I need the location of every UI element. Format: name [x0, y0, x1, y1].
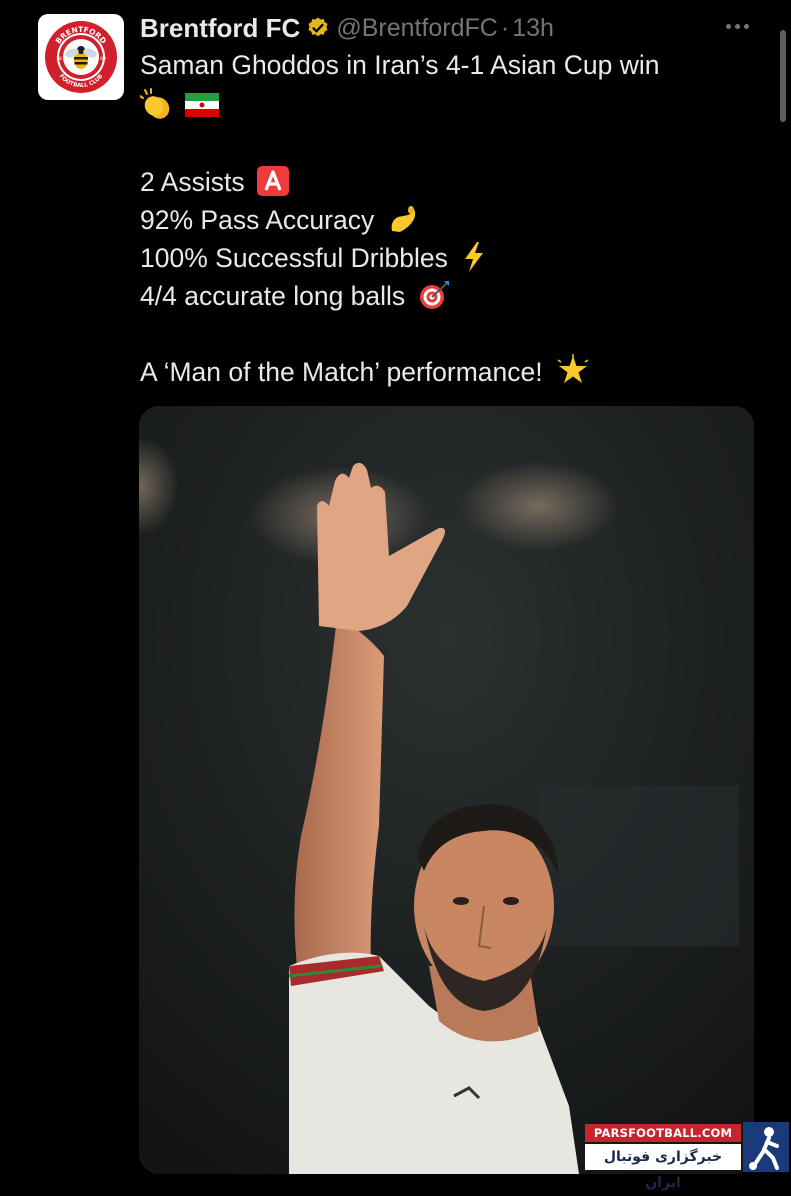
- separator-dot: ·: [500, 13, 510, 42]
- stat-dribbles: 100% Successful Dribbles: [140, 243, 448, 273]
- brentford-crest-icon: BRENTFORD FOOTBALL CLUB 18 89: [45, 21, 117, 93]
- stat-line-pass: 92% Pass Accuracy: [140, 201, 420, 239]
- a-button-emoji: [256, 166, 289, 196]
- crest-year-right: 89: [100, 56, 106, 62]
- stat-line-assists: 2 Assists: [140, 163, 290, 201]
- glowing-star-emoji: [557, 354, 589, 383]
- clapping-hands-emoji: [140, 88, 170, 119]
- parsfootball-watermark: PARSFOOTBALL.COM خبرگزاری فوتبال ایران: [585, 1122, 791, 1191]
- display-name[interactable]: Brentford FC: [140, 13, 300, 44]
- more-options-icon[interactable]: [722, 14, 752, 38]
- high-voltage-emoji: [465, 242, 484, 272]
- pinching-hand-emoji: [391, 206, 415, 232]
- tweet-timestamp[interactable]: 13h: [512, 14, 554, 43]
- scrollbar[interactable]: [780, 30, 786, 122]
- man-of-the-match-text: A ‘Man of the Match’ performance!: [140, 357, 543, 387]
- user-handle[interactable]: @BrentfordFC: [336, 14, 498, 43]
- crest-year-left: 18: [56, 56, 62, 62]
- watermark-site: PARSFOOTBALL.COM: [585, 1124, 741, 1142]
- stat-line-long-balls: 4/4 accurate long balls: [140, 277, 451, 315]
- emoji-line: [140, 88, 220, 124]
- closing-line: A ‘Man of the Match’ performance!: [140, 353, 590, 391]
- player-photo-image: [139, 406, 754, 1174]
- stat-assists: 2 Assists: [140, 167, 245, 197]
- tweet-header: Brentford FC @BrentfordFC · 13h: [140, 10, 554, 46]
- watermark-tagline: خبرگزاری فوتبال ایران: [585, 1144, 741, 1191]
- direct-hit-emoji: [419, 281, 449, 309]
- iran-flag-emoji: [185, 93, 220, 117]
- stat-long-balls: 4/4 accurate long balls: [140, 281, 406, 311]
- avatar[interactable]: BRENTFORD FOOTBALL CLUB 18 89: [38, 14, 124, 100]
- tweet-text-line-1: Saman Ghoddos in Iran’s 4-1 Asian Cup wi…: [140, 50, 660, 81]
- stat-line-dribbles: 100% Successful Dribbles: [140, 239, 489, 277]
- parsfootball-logo-icon: [743, 1122, 789, 1172]
- stat-pass-accuracy: 92% Pass Accuracy: [140, 205, 375, 235]
- tweet-headline: Saman Ghoddos in Iran’s 4-1 Asian Cup wi…: [140, 50, 660, 80]
- tweet-media-photo[interactable]: [139, 406, 754, 1174]
- verified-badge-icon[interactable]: [306, 16, 330, 40]
